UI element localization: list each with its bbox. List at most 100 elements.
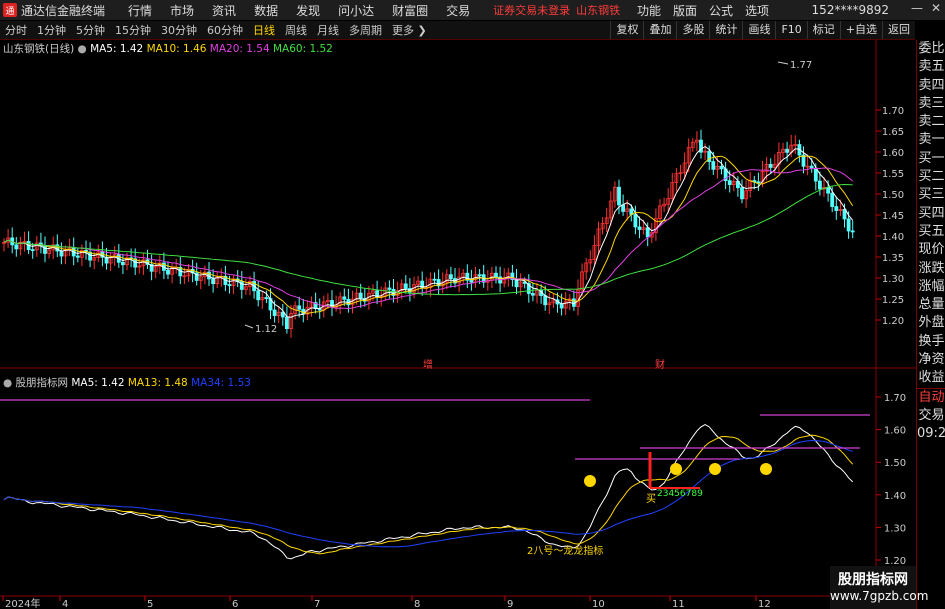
tool-button[interactable]: 统计: [709, 21, 742, 39]
side-panel-item[interactable]: 换手: [917, 333, 945, 351]
menu-item[interactable]: 市场: [161, 2, 203, 19]
period-tab[interactable]: 30分钟: [156, 22, 202, 38]
tool-button[interactable]: 叠加: [643, 21, 676, 39]
candle-body: [469, 279, 474, 283]
tool-button[interactable]: +自选: [839, 21, 882, 39]
candle-body: [342, 296, 347, 300]
candle-body: [826, 186, 830, 194]
period-tab[interactable]: 周线: [280, 22, 312, 38]
menu-function[interactable]: 功能: [631, 2, 667, 19]
ma60-line: [3, 184, 853, 296]
side-panel-item[interactable]: 卖一: [917, 131, 945, 149]
watermark: 股朋指标网 www.7gpzb.com: [830, 566, 929, 609]
side-panel-item[interactable]: 卖二: [917, 113, 945, 131]
side-panel-item[interactable]: 买二: [917, 168, 945, 186]
title-bar: 通 通达信金融终端 行情 市场 资讯 数据 发现 问小达 财富圈 交易 证券交易…: [0, 0, 945, 20]
account-label[interactable]: 152****9892: [812, 3, 889, 17]
side-panel-item[interactable]: 买五: [917, 223, 945, 241]
minimize-icon[interactable]: —: [911, 1, 923, 15]
ind-ma13-line: [3, 434, 854, 555]
candle-body: [559, 303, 564, 309]
tool-button[interactable]: 返回: [882, 21, 915, 39]
side-panel-item[interactable]: 外盘: [917, 314, 945, 332]
candle-body: [756, 181, 761, 184]
close-icon[interactable]: ✕: [931, 1, 941, 15]
period-tab[interactable]: 5分钟: [71, 22, 110, 38]
signal-code: 23456789: [657, 489, 703, 499]
candle-body: [813, 167, 818, 182]
menu-item[interactable]: 发现: [287, 2, 329, 19]
y-tick-label: 1.25: [882, 295, 904, 306]
tool-button[interactable]: 标记: [806, 21, 840, 39]
candle-body: [211, 278, 216, 285]
side-panel-item[interactable]: 自动: [917, 387, 945, 407]
period-tab[interactable]: 60分钟: [202, 22, 248, 38]
y-tick-label: 1.50: [884, 458, 906, 469]
period-tab[interactable]: 日线: [248, 22, 280, 38]
y-tick-label: 1.55: [882, 169, 904, 180]
tool-button[interactable]: 复权: [610, 21, 643, 39]
y-tick-label: 1.60: [882, 148, 904, 159]
x-tick-label: 2024年: [5, 597, 40, 609]
buy-label: 买: [646, 493, 656, 505]
candle-body: [633, 214, 638, 228]
menu-item[interactable]: 交易: [437, 2, 479, 19]
menu-item[interactable]: 数据: [245, 2, 287, 19]
side-panel-item[interactable]: 总量: [917, 296, 945, 314]
period-tab[interactable]: 月线: [312, 22, 344, 38]
tool-button[interactable]: F10: [775, 21, 806, 39]
side-panel-item[interactable]: 净资: [917, 351, 945, 369]
menu-item[interactable]: 行情: [119, 2, 161, 19]
watermark-title: 股朋指标网: [838, 572, 908, 588]
x-tick-label: 12: [758, 599, 771, 609]
menu-layout[interactable]: 版面: [667, 2, 703, 19]
login-status[interactable]: 证券交易未登录: [493, 2, 570, 18]
tool-button[interactable]: 画线: [742, 21, 775, 39]
period-tab[interactable]: 1分钟: [32, 22, 71, 38]
candle-body: [403, 283, 408, 289]
side-panel-item[interactable]: 买四: [917, 205, 945, 223]
candle-body: [637, 226, 642, 230]
menu-item[interactable]: 资讯: [203, 2, 245, 19]
x-tick-label: 7: [314, 599, 320, 609]
period-tab[interactable]: 15分钟: [110, 22, 156, 38]
chart-area[interactable]: 1.70 1.65 1.60 1.55 1.50 1.45 1.40 1.35 1.30 1.25…: [0, 40, 916, 609]
side-panel-item[interactable]: 卖三: [917, 95, 945, 113]
candle-body: [59, 250, 64, 257]
candle-body: [834, 206, 839, 211]
event-marker: 增: [423, 358, 433, 371]
candle-body: [256, 290, 261, 301]
side-panel-item[interactable]: 现价: [917, 241, 945, 259]
app-title: 通达信金融终端: [21, 3, 106, 18]
y-tick-label: 1.35: [882, 253, 904, 264]
side-panel-item[interactable]: 买三: [917, 186, 945, 204]
tool-button[interactable]: 多股: [676, 21, 709, 39]
menu-item[interactable]: 问小达: [329, 2, 383, 19]
y-tick-label: 1.30: [882, 274, 904, 285]
candle-body: [448, 274, 453, 279]
side-panel-item[interactable]: 收益: [917, 369, 945, 387]
side-panel-item[interactable]: 涨跌: [917, 260, 945, 278]
side-panel-item[interactable]: 委比: [917, 40, 945, 58]
period-tab[interactable]: 分时: [0, 22, 32, 38]
candle-body: [387, 287, 392, 290]
period-tab[interactable]: 更多 ❯: [387, 22, 432, 38]
menu-options[interactable]: 选项: [739, 2, 775, 19]
low-price-label: 1.12: [255, 324, 277, 335]
side-panel-item[interactable]: 交易: [917, 407, 945, 425]
period-tab[interactable]: 多周期: [344, 22, 387, 38]
side-panel-item[interactable]: 涨幅: [917, 278, 945, 296]
ind-ma34-line: [3, 440, 853, 548]
candle-body: [297, 305, 302, 310]
candle-body: [14, 244, 19, 250]
side-panel-item[interactable]: 买一: [917, 150, 945, 168]
side-panel-item[interactable]: 09:25: [917, 425, 945, 443]
menu-formula[interactable]: 公式: [703, 2, 739, 19]
side-panel-item[interactable]: 卖四: [917, 77, 945, 95]
candle-body: [239, 281, 244, 290]
watermark-url: www.7gpzb.com: [830, 589, 929, 603]
y-tick-label: 1.60: [884, 426, 906, 437]
candle-body: [330, 300, 334, 308]
menu-item[interactable]: 财富圈: [383, 2, 437, 19]
side-panel-item[interactable]: 卖五: [917, 58, 945, 76]
